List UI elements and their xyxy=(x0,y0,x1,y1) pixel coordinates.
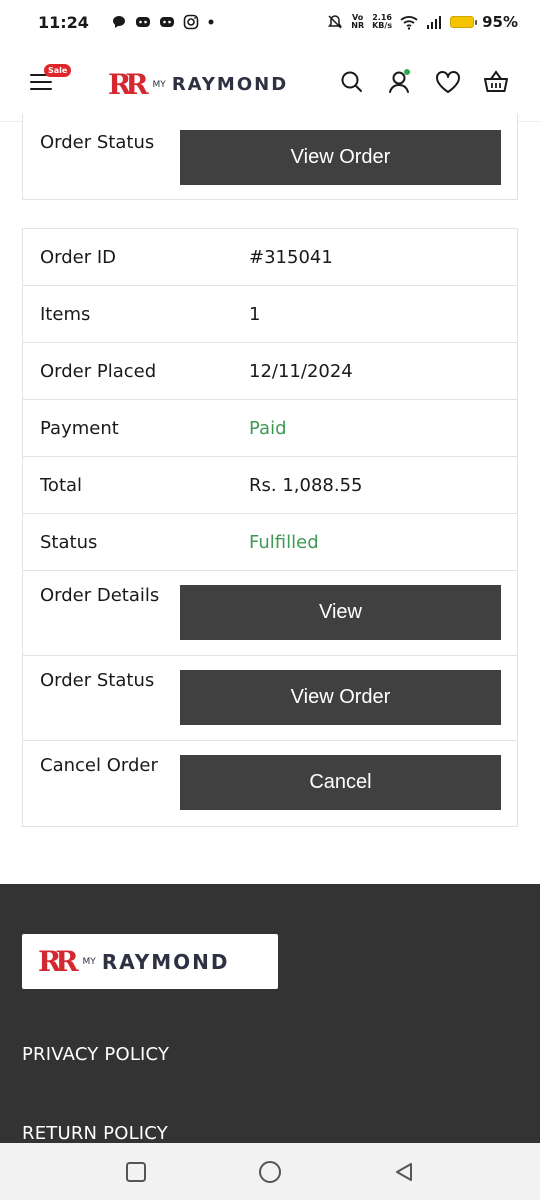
order-id-label: Order ID xyxy=(40,247,117,268)
order-status-label: Order Status xyxy=(40,132,155,153)
status-bar: 11:24 Vo NR 2.16 KB/s 95% xyxy=(0,0,540,44)
notification-icons xyxy=(111,14,215,30)
dot-icon xyxy=(208,19,214,25)
view-order-button[interactable]: View Order xyxy=(180,670,501,725)
sale-badge: Sale xyxy=(44,64,72,77)
order-status-row: Order Status View Order xyxy=(23,114,517,200)
chat-icon xyxy=(112,16,125,28)
logo-mark-icon: RR xyxy=(38,945,78,978)
system-icons: Vo NR 2.16 KB/s 95% xyxy=(327,13,518,31)
payment-status: Paid xyxy=(249,418,287,439)
return-policy-link[interactable]: RETURN POLICY xyxy=(22,1123,168,1144)
instagram-icon xyxy=(183,14,199,30)
heart-icon xyxy=(436,71,460,93)
logo-name: RAYMOND xyxy=(171,74,289,95)
items-row: Items 1 xyxy=(23,286,517,343)
cancel-order-row: Cancel Order Cancel xyxy=(23,741,517,826)
previous-order-card: Order Status View Order xyxy=(22,114,518,200)
cancel-button[interactable]: Cancel xyxy=(180,755,501,810)
status-time: 11:24 xyxy=(38,12,89,32)
network-type: Vo NR xyxy=(351,14,364,30)
footer-logo[interactable]: RR MY RAYMOND xyxy=(22,934,278,989)
logo-my: MY xyxy=(82,956,96,967)
total-row: Total Rs. 1,088.55 xyxy=(23,457,517,514)
system-nav-bar xyxy=(0,1143,540,1200)
search-button[interactable] xyxy=(338,68,366,96)
logo-name: RAYMOND xyxy=(101,949,230,974)
total-value: Rs. 1,088.55 xyxy=(249,475,363,496)
menu-line xyxy=(30,88,52,90)
site-footer: RR MY RAYMOND PRIVACY POLICY RETURN POLI… xyxy=(0,884,540,1144)
order-details-row: Order Details View xyxy=(23,571,517,656)
order-status-label: Order Status xyxy=(40,670,155,691)
brand-logo[interactable]: RR MY RAYMOND xyxy=(108,68,288,101)
status-row: Status Fulfilled xyxy=(23,514,517,571)
recents-icon[interactable] xyxy=(125,1161,147,1183)
user-icon xyxy=(389,69,410,93)
cart-button[interactable] xyxy=(482,68,510,96)
logo-my: MY xyxy=(152,79,166,90)
view-order-button[interactable]: View Order xyxy=(180,130,501,185)
basket-icon xyxy=(484,70,508,92)
battery-level: 95% xyxy=(482,13,518,31)
order-status-row: Order Status View Order xyxy=(23,656,517,741)
signal-icon xyxy=(427,16,442,29)
status-label: Status xyxy=(40,532,98,553)
network-speed: 2.16 KB/s xyxy=(372,14,392,30)
order-details-label: Order Details xyxy=(40,585,160,606)
status-value: Fulfilled xyxy=(249,532,319,553)
logo-mark-icon: RR xyxy=(108,68,148,101)
battery-icon xyxy=(450,16,478,28)
search-icon xyxy=(341,71,362,92)
mute-bell-icon xyxy=(328,15,343,29)
site-header: Sale RR MY RAYMOND xyxy=(0,44,540,122)
order-placed-row: Order Placed 12/11/2024 xyxy=(23,343,517,400)
cancel-order-label: Cancel Order xyxy=(40,755,158,776)
view-details-button[interactable]: View xyxy=(180,585,501,640)
header-actions xyxy=(338,68,510,96)
home-icon[interactable] xyxy=(258,1160,282,1184)
order-placed-label: Order Placed xyxy=(40,361,157,382)
total-label: Total xyxy=(40,475,83,496)
wifi-icon xyxy=(400,16,418,30)
network-type-bottom: NR xyxy=(351,21,365,30)
order-placed-value: 12/11/2024 xyxy=(249,361,353,382)
discord-icon xyxy=(135,17,150,27)
network-speed-unit: KB/s xyxy=(372,21,393,30)
order-id-value: #315041 xyxy=(249,247,333,268)
items-label: Items xyxy=(40,304,91,325)
back-icon[interactable] xyxy=(393,1161,415,1183)
order-id-row: Order ID #315041 xyxy=(23,229,517,286)
order-card: Order ID #315041 Items 1 Order Placed 12… xyxy=(22,228,518,827)
items-value: 1 xyxy=(249,304,261,325)
wishlist-button[interactable] xyxy=(434,68,462,96)
privacy-policy-link[interactable]: PRIVACY POLICY xyxy=(22,1044,169,1065)
menu-line xyxy=(30,81,52,83)
payment-label: Payment xyxy=(40,418,119,439)
payment-row: Payment Paid xyxy=(23,400,517,457)
account-button[interactable] xyxy=(386,68,414,96)
discord-icon xyxy=(159,17,174,27)
